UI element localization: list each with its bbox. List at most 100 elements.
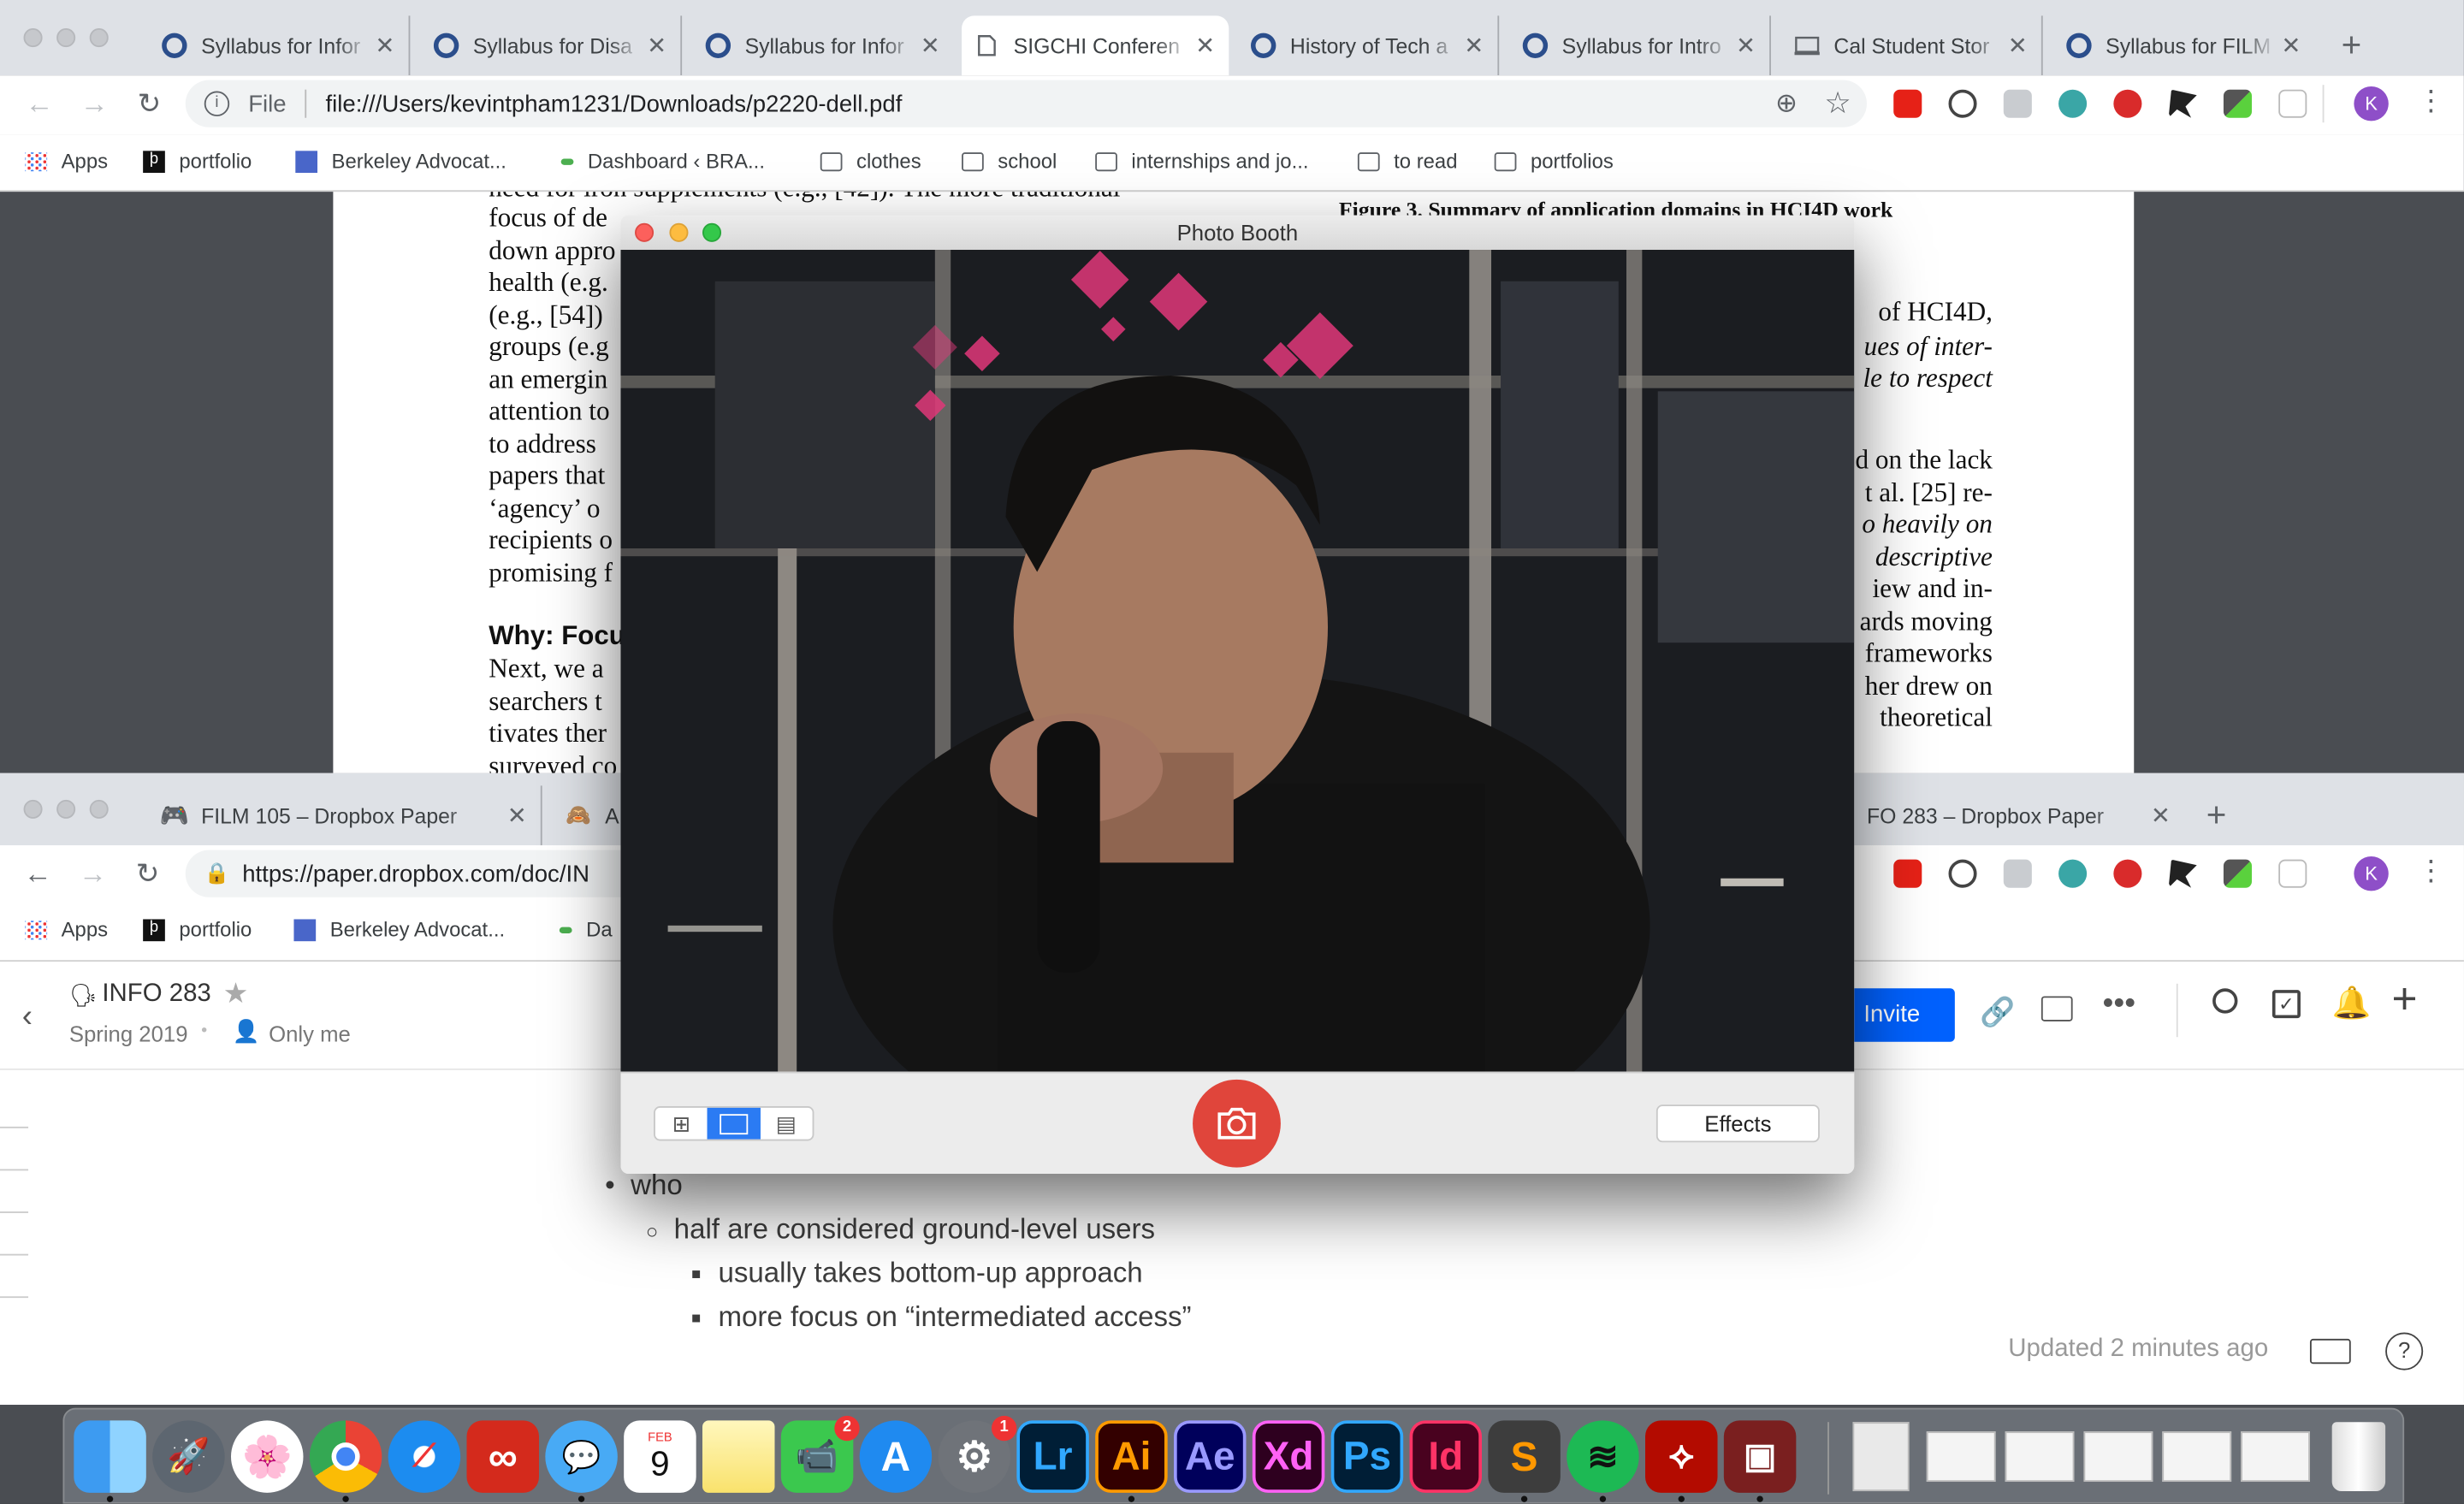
star-icon[interactable]: ★: [223, 977, 249, 1010]
close-tab-icon[interactable]: ✕: [916, 32, 945, 60]
camera-ext-icon[interactable]: [2003, 859, 2032, 888]
youtube-ext-icon[interactable]: [1893, 89, 1922, 118]
present-icon[interactable]: [2040, 996, 2073, 1021]
bookmark-apps[interactable]: Apps: [25, 149, 108, 173]
adblock-ext-icon[interactable]: [2113, 89, 2142, 118]
spotify-icon[interactable]: ≋: [1567, 1420, 1639, 1493]
tab-syllabus-intro[interactable]: Syllabus for Intro ✕: [1510, 15, 1771, 76]
chrome-icon[interactable]: [309, 1420, 382, 1493]
close-tab-icon[interactable]: ✕: [643, 32, 671, 60]
window-zoom-button[interactable]: [89, 799, 109, 819]
checklist-icon[interactable]: ✓: [2272, 990, 2301, 1019]
creative-cloud-icon[interactable]: ∞: [466, 1420, 539, 1493]
forward-arrow-icon[interactable]: →: [74, 855, 111, 892]
profile-avatar[interactable]: K: [2354, 86, 2389, 121]
m-ext-icon[interactable]: [2058, 859, 2088, 888]
adblock-ext-icon[interactable]: [2113, 859, 2142, 888]
tab-syllabus-2[interactable]: Syllabus for Disa ✕: [421, 15, 683, 76]
launchpad-icon[interactable]: 🚀: [152, 1420, 225, 1493]
minimized-window-thumb[interactable]: [2162, 1431, 2232, 1483]
reload-icon[interactable]: ↻: [129, 855, 167, 892]
bookmark-dashboard[interactable]: Da: [559, 918, 613, 941]
dropper-ext-icon[interactable]: [2223, 89, 2252, 118]
window-minimize-button[interactable]: [56, 799, 76, 819]
new-tab-button[interactable]: +: [2329, 15, 2376, 75]
new-tab-button[interactable]: +: [2194, 785, 2241, 845]
effects-button[interactable]: Effects: [1656, 1104, 1820, 1143]
forward-arrow-icon[interactable]: →: [75, 85, 113, 122]
photos-icon[interactable]: 🌸: [230, 1420, 304, 1493]
tab-info-283[interactable]: FO 283 – Dropbox Paper ✕: [1854, 785, 2184, 845]
window-zoom-button[interactable]: [89, 28, 109, 48]
sharing-status[interactable]: Only me: [269, 1021, 351, 1046]
bird-ext-icon[interactable]: [2168, 859, 2197, 888]
notes-icon[interactable]: [702, 1420, 775, 1493]
back-arrow-icon[interactable]: ←: [21, 85, 58, 122]
list-item[interactable]: ■ more focus on “intermediated access”: [691, 1301, 1191, 1335]
layout-ext-icon[interactable]: [2278, 89, 2307, 118]
info-icon[interactable]: i: [204, 91, 230, 116]
minimized-window-thumb[interactable]: [2083, 1431, 2153, 1483]
minimized-window-thumb[interactable]: [2241, 1431, 2310, 1483]
close-tab-icon[interactable]: ✕: [370, 32, 399, 60]
app-store-icon[interactable]: A: [859, 1420, 933, 1493]
minimized-window-thumb[interactable]: [1926, 1431, 1996, 1483]
more-menu-icon[interactable]: ⋮: [2417, 85, 2445, 118]
profile-avatar[interactable]: K: [2354, 856, 2389, 891]
tab-history-tech[interactable]: History of Tech a ✕: [1238, 15, 1500, 76]
video-mode-icon[interactable]: ▤: [760, 1108, 812, 1140]
close-tab-icon[interactable]: ✕: [2004, 32, 2032, 60]
list-item[interactable]: ■ usually takes bottom-up approach: [691, 1257, 1143, 1290]
bookmark-berkeley-advocate[interactable]: Berkeley Advocat...: [293, 918, 505, 941]
list-item[interactable]: ○ half are considered ground-level users: [646, 1213, 1155, 1246]
more-dots-icon[interactable]: •••: [2103, 986, 2136, 1022]
openai-ext-icon[interactable]: [1948, 859, 1977, 888]
acrobat-icon[interactable]: ⟡: [1645, 1420, 1718, 1493]
close-tab-icon[interactable]: ✕: [2147, 802, 2175, 830]
indesign-icon[interactable]: Id: [1409, 1420, 1483, 1493]
minimized-window-thumb[interactable]: [2005, 1431, 2075, 1483]
tab-sigchi-active[interactable]: SIGCHI Conferen ✕: [962, 15, 1229, 76]
bookmark-apps[interactable]: Apps: [25, 918, 108, 941]
bookmark-to-read[interactable]: to read: [1357, 149, 1458, 173]
bookmark-internships[interactable]: internships and jo...: [1095, 149, 1308, 173]
back-chevron-icon[interactable]: ‹: [22, 999, 33, 1035]
close-tab-icon[interactable]: ✕: [503, 802, 531, 830]
bookmark-portfolio[interactable]: þ portfolio: [143, 149, 252, 173]
safari-icon[interactable]: ⟋: [388, 1420, 461, 1493]
illustrator-icon[interactable]: Ai: [1095, 1420, 1168, 1493]
add-icon[interactable]: +: [2391, 977, 2417, 1021]
invite-button[interactable]: Invite: [1841, 988, 1955, 1042]
back-arrow-icon[interactable]: ←: [19, 855, 56, 892]
bookmark-portfolio[interactable]: þ portfolio: [143, 918, 252, 941]
openai-ext-icon[interactable]: [1948, 89, 1977, 118]
more-menu-icon[interactable]: ⋮: [2417, 855, 2445, 888]
zoom-icon[interactable]: ⊕: [1775, 88, 1798, 120]
window-minimize-button[interactable]: [56, 28, 76, 48]
search-icon[interactable]: [2212, 988, 2238, 1014]
close-tab-icon[interactable]: ✕: [1732, 32, 1760, 60]
m-ext-icon[interactable]: [2058, 89, 2088, 118]
folder-link[interactable]: Spring 2019: [69, 1021, 188, 1046]
after-effects-icon[interactable]: Ae: [1174, 1420, 1247, 1493]
youtube-ext-icon[interactable]: [1893, 859, 1922, 888]
reload-icon[interactable]: ↻: [130, 85, 168, 122]
shutter-button[interactable]: [1193, 1079, 1281, 1168]
bird-ext-icon[interactable]: [2168, 89, 2197, 118]
dropper-ext-icon[interactable]: [2223, 859, 2252, 888]
bookmark-dashboard[interactable]: Dashboard ‹ BRA...: [560, 149, 765, 173]
messages-icon[interactable]: 💬: [545, 1420, 618, 1493]
layout-ext-icon[interactable]: [2278, 859, 2307, 888]
four-photo-mode-icon[interactable]: ⊞: [655, 1108, 708, 1140]
address-bar[interactable]: i File file:///Users/kevintpham1231/Down…: [185, 80, 1867, 127]
xd-icon[interactable]: Xd: [1252, 1420, 1325, 1493]
calendar-icon[interactable]: FEB 9: [624, 1420, 696, 1493]
system-preferences-icon[interactable]: ⚙ 1: [938, 1415, 1017, 1493]
bookmark-star-icon[interactable]: ☆: [1824, 86, 1851, 121]
bookmark-school[interactable]: school: [962, 149, 1057, 173]
help-icon[interactable]: ?: [2385, 1332, 2424, 1371]
bookmark-berkeley-advocate[interactable]: Berkeley Advocat...: [295, 149, 506, 173]
facetime-icon[interactable]: 📹 2: [780, 1415, 860, 1493]
bookmark-clothes[interactable]: clothes: [820, 149, 921, 173]
list-item[interactable]: • who: [605, 1169, 683, 1203]
